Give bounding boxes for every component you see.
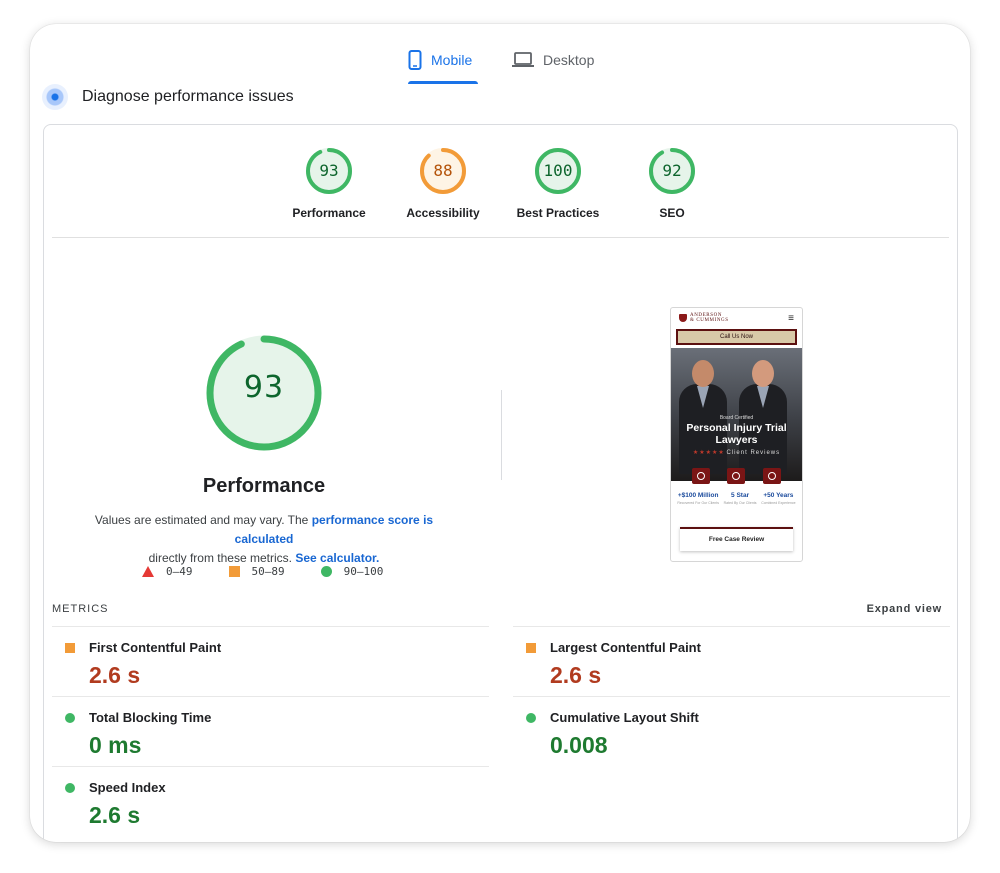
legend-average-range: 50–89 — [251, 565, 285, 578]
legend-pass-range: 90–100 — [343, 565, 384, 578]
gauge-best-practices-label: Best Practices — [516, 206, 600, 220]
triangle-icon — [142, 566, 154, 577]
note-text: Values are estimated and may vary. The — [94, 513, 312, 527]
metric-value: 0 ms — [89, 732, 142, 758]
metric-first-contentful-paint: First Contentful Paint 2.6 s — [52, 626, 489, 696]
pagespeed-report-card: Mobile Desktop Diagnose performance issu… — [30, 24, 970, 842]
circle-icon — [526, 713, 536, 723]
site-stats: +$100 Million Recovered For Our Clients 5… — [671, 492, 802, 505]
site-header: ANDERSON & CUMMINGS ≡ — [671, 308, 802, 328]
stars-icon: ★★★★★ — [692, 450, 725, 456]
free-case-review-box: Free Case Review — [680, 527, 793, 551]
clock-icon — [763, 468, 782, 484]
site-logo: ANDERSON & CUMMINGS — [679, 313, 729, 323]
hero-headline: Personal Injury Trial Lawyers — [686, 422, 787, 446]
square-icon — [526, 643, 536, 653]
metric-label: Total Blocking Time — [89, 710, 212, 725]
tab-mobile[interactable]: Mobile — [408, 36, 472, 83]
review-stars: ★★★★★ Client Reviews — [671, 449, 802, 456]
performance-title: Performance — [202, 475, 326, 497]
star-icon — [727, 468, 746, 484]
stat-caption: Combined Experience — [761, 501, 796, 505]
gauge-seo-label: SEO — [659, 206, 685, 220]
feature-icons — [671, 468, 802, 484]
metric-value: 2.6 s — [550, 662, 602, 688]
expand-view-button[interactable]: Expand view — [867, 603, 942, 615]
metric-value: 2.6 s — [89, 662, 141, 688]
legend-fail: 0–49 — [142, 565, 193, 578]
circle-icon — [65, 783, 75, 793]
metric-cumulative-layout-shift: Cumulative Layout Shift 0.008 — [513, 696, 950, 766]
gauge-seo[interactable]: 92 SEO — [612, 147, 732, 220]
metrics-column-right: Largest Contentful Paint 2.6 s Cumulativ… — [513, 626, 950, 766]
stat-caption: Recovered For Our Clients — [677, 501, 719, 505]
score-legend: 0–49 50–89 90–100 — [142, 565, 419, 578]
tab-mobile-label: Mobile — [431, 51, 473, 68]
lighthouse-report: 93 Performance 88 Accessibility 100 Best… — [43, 124, 958, 842]
metrics-heading: METRICS — [52, 603, 109, 615]
performance-score-value: 93 — [243, 370, 285, 405]
square-icon — [228, 566, 240, 577]
metric-largest-contentful-paint: Largest Contentful Paint 2.6 s — [513, 626, 950, 696]
stat-item: 5 Star Rated By Our Clients — [724, 492, 757, 505]
note-text-2: directly from these metrics. — [148, 551, 296, 565]
score-note: Values are estimated and may vary. The p… — [64, 511, 464, 568]
hero-image: Board Certified Personal Injury Trial La… — [671, 348, 802, 481]
logo-line-2: & CUMMINGS — [690, 318, 729, 323]
metric-speed-index: Speed Index 2.6 s — [52, 766, 489, 836]
gauge-seo-score: 92 — [662, 161, 682, 180]
legend-fail-range: 0–49 — [166, 565, 193, 578]
legend-pass: 90–100 — [320, 565, 384, 578]
stat-value: +50 Years — [763, 492, 794, 499]
tab-desktop-label: Desktop — [543, 51, 595, 68]
active-tab-indicator — [408, 81, 478, 84]
metric-label: Speed Index — [89, 780, 166, 795]
metric-value: 0.008 — [550, 732, 608, 758]
see-calculator-link[interactable]: See calculator. — [295, 551, 379, 565]
gauge-accessibility-label: Accessibility — [406, 206, 480, 220]
device-tabs: Mobile Desktop — [30, 36, 970, 84]
performance-score-gauge: 93 — [206, 335, 322, 451]
gauge-best-practices-score: 100 — [543, 161, 573, 180]
diagnose-title: Diagnose performance issues — [82, 88, 294, 105]
square-icon — [65, 643, 75, 653]
metric-label: Largest Contentful Paint — [550, 640, 701, 655]
metric-total-blocking-time: Total Blocking Time 0 ms — [52, 696, 489, 766]
stat-value: 5 Star — [731, 492, 750, 499]
gauge-performance-label: Performance — [292, 206, 366, 220]
hamburger-icon: ≡ — [788, 312, 794, 324]
metric-label: First Contentful Paint — [89, 640, 222, 655]
stat-value: +$100 Million — [677, 492, 719, 499]
money-icon — [691, 468, 710, 484]
metrics-column-left: First Contentful Paint 2.6 s Total Block… — [52, 626, 489, 836]
page-screenshot-thumbnail: ANDERSON & CUMMINGS ≡ Call Us Now Board C… — [670, 307, 803, 562]
circle-icon — [65, 713, 75, 723]
circle-icon — [320, 566, 332, 577]
diagnose-header: Diagnose performance issues — [42, 84, 294, 110]
legend-average: 50–89 — [228, 565, 285, 578]
call-us-button: Call Us Now — [676, 329, 797, 345]
hero-eyebrow: Board Certified — [719, 415, 754, 421]
vertical-divider — [501, 390, 502, 480]
tab-desktop[interactable]: Desktop — [512, 36, 594, 83]
category-gauges: 93 Performance 88 Accessibility 100 Best… — [44, 125, 957, 238]
reviews-label: Client Reviews — [726, 450, 781, 456]
laptop-icon — [512, 51, 534, 68]
hero-text: Board Certified Personal Injury Trial La… — [671, 415, 802, 456]
stat-caption: Rated By Our Clients — [723, 501, 757, 505]
gauge-accessibility-score: 88 — [433, 161, 453, 180]
lighthouse-icon — [42, 84, 68, 110]
metric-label: Cumulative Layout Shift — [550, 710, 699, 725]
gauge-accessibility[interactable]: 88 Accessibility — [383, 147, 503, 220]
metric-value: 2.6 s — [89, 802, 141, 828]
divider — [52, 237, 949, 238]
gauge-best-practices[interactable]: 100 Best Practices — [498, 147, 618, 220]
gauge-performance[interactable]: 93 Performance — [269, 147, 389, 220]
logo-mark — [679, 314, 687, 322]
gauge-performance-score: 93 — [319, 161, 339, 180]
smartphone-icon — [408, 49, 422, 70]
stat-item: +$100 Million Recovered For Our Clients — [677, 492, 719, 505]
stat-item: +50 Years Combined Experience — [761, 492, 795, 505]
